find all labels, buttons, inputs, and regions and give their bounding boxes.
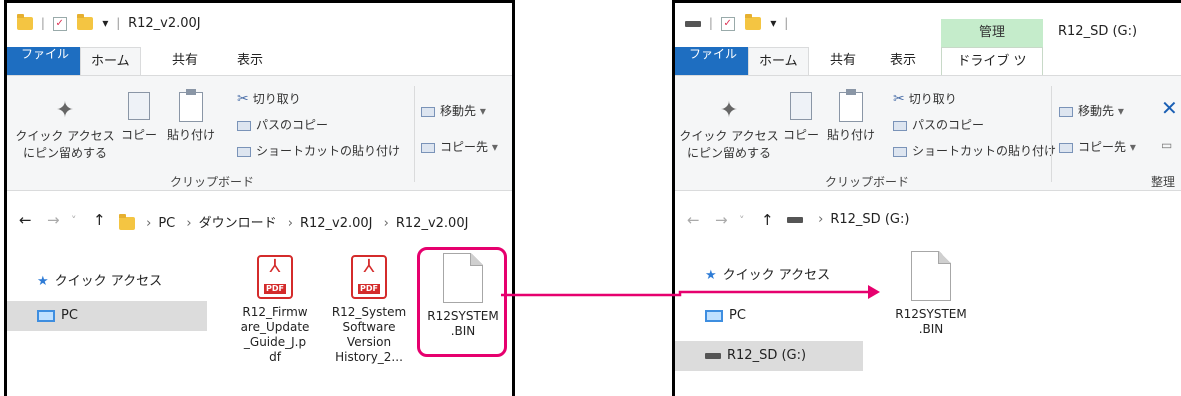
copy-direction-arrow (501, 285, 880, 299)
